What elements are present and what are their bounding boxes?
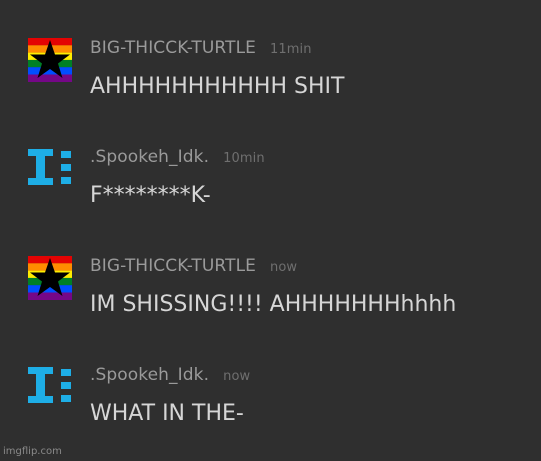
username[interactable]: BIG-THICCK-TURTLE [90, 256, 256, 276]
rainbow-star-icon[interactable] [28, 38, 72, 82]
watermark: imgflip.com [3, 446, 62, 457]
message-header: BIG-THICCK-TURTLE now [90, 256, 297, 276]
message-text: IM SHISSING!!!! AHHHHHHHhhhh [90, 292, 457, 317]
username[interactable]: .Spookeh_Idk. [90, 365, 209, 385]
message-text: WHAT IN THE- [90, 401, 244, 426]
timestamp: 10min [223, 151, 265, 166]
message-text: AHHHHHHHHHHH SHIT [90, 74, 345, 99]
rainbow-star-icon[interactable] [28, 256, 72, 300]
message-header: .Spookeh_Idk. now [90, 365, 250, 385]
timestamp: 11min [269, 42, 312, 57]
timestamp: now [223, 369, 251, 384]
message-text: F********K- [90, 183, 211, 208]
message-header: BIG-THICCK-TURTLE 11min [90, 38, 312, 58]
message-header: .Spookeh_Idk. 10min [90, 147, 265, 167]
blue-i-logo-icon[interactable] [28, 147, 72, 191]
timestamp: now [269, 260, 298, 275]
username[interactable]: BIG-THICCK-TURTLE [90, 38, 256, 58]
blue-i-logo-icon[interactable] [28, 365, 72, 409]
chat-log: BIG-THICCK-TURTLE 11min AHHHHHHHHHHH SHIT… [0, 0, 541, 461]
username[interactable]: .Spookeh_Idk. [90, 147, 209, 167]
